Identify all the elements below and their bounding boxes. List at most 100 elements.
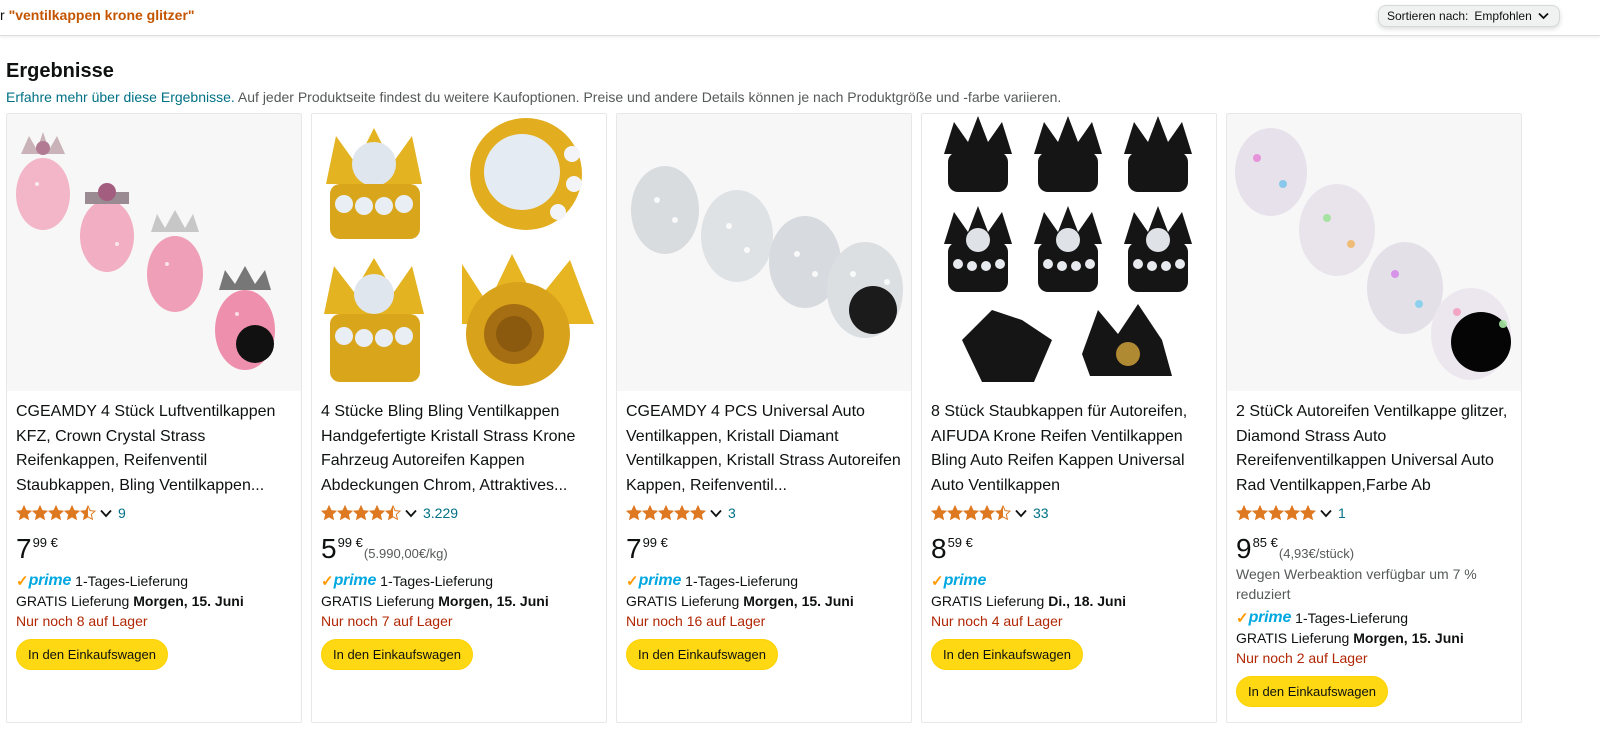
prime-logo-icon: ✓ prime [626,572,682,590]
add-to-cart-button[interactable]: In den Einkaufswagen [1236,676,1388,707]
stock-status: Nur noch 8 auf Lager [16,613,148,629]
add-to-cart-button[interactable]: In den Einkaufswagen [321,639,473,670]
rating-count[interactable]: 3.229 [423,505,458,521]
learn-more-link[interactable]: Erfahre mehr über diese Ergebnisse. [6,89,235,105]
product-title[interactable]: CGEAMDY 4 Stück Luftventilkappen KFZ, Cr… [16,400,294,498]
stock-status: Nur noch 4 auf Lager [931,613,1063,629]
star-icon [369,505,385,521]
results-subheading: Erfahre mehr über diese Ergebnisse. Auf … [6,89,1061,105]
stock-status: Nur noch 7 auf Lager [321,613,453,629]
silver-rhinestone-valve-caps-image [617,114,911,391]
price[interactable]: 9 85 € (4,93€/stück) [1236,534,1514,568]
product-image[interactable] [1227,114,1521,391]
product-title[interactable]: 8 Stück Staubkappen für Autoreifen, AIFU… [931,400,1209,498]
add-to-cart-button[interactable]: In den Einkaufswagen [626,639,778,670]
delivery-prefix: GRATIS Lieferung [931,593,1049,609]
product-image[interactable] [617,114,911,391]
delivery-date: Morgen, 15. Juni [743,593,854,609]
prime-logo-icon: ✓ prime [931,572,987,590]
chevron-down-icon[interactable] [710,509,722,518]
star-icon [642,505,658,521]
star-icon [1284,505,1300,521]
price-whole: 8 [931,533,947,564]
stock-status: Nur noch 2 auf Lager [1236,650,1368,666]
search-query-prefix: r [0,7,9,23]
delivery-date: Di., 18. Juni [1048,593,1127,609]
product-image[interactable] [312,114,606,391]
star-icon [1236,505,1252,521]
sort-dropdown[interactable]: Sortieren nach: Empfohlen [1378,5,1560,27]
rating-count[interactable]: 3 [728,505,736,521]
star-icon [979,505,995,521]
product-title[interactable]: CGEAMDY 4 PCS Universal Auto Ventilkappe… [626,400,904,498]
rating-count[interactable]: 9 [118,505,126,521]
star-icon [995,505,1011,521]
results-toolbar: r "ventilkappen krone glitzer" Sortieren… [0,0,1600,36]
product-card: 2 StüCk Autoreifen Ventilkappe glitzer, … [1226,113,1522,723]
star-icon [16,505,32,521]
prime-delivery-text: 1-Tages-Lieferung [685,573,799,589]
product-title[interactable]: 4 Stücke Bling Bling Ventilkappen Handge… [321,400,599,498]
star-icon [337,505,353,521]
price-whole: 7 [16,533,32,564]
chevron-down-icon[interactable] [100,509,112,518]
price-whole: 9 [1236,533,1252,564]
prime-delivery: ✓ prime [931,571,1209,591]
sort-label: Sortieren nach: [1387,9,1469,23]
price-fraction: 99 € [337,535,363,550]
black-crown-valve-caps-image [922,114,1216,391]
product-info: 2 StüCk Autoreifen Ventilkappe glitzer, … [1236,400,1514,707]
star-rating[interactable] [931,505,1011,521]
prime-logo-icon: ✓ prime [16,572,72,590]
rating-row: 9 [16,503,294,523]
star-icon [1300,505,1316,521]
delivery-date: Morgen, 15. Juni [1353,630,1464,646]
star-icon [947,505,963,521]
chevron-down-icon[interactable] [1015,509,1027,518]
price[interactable]: 7 99 € [626,534,904,568]
price[interactable]: 8 59 € [931,534,1209,568]
add-to-cart-button[interactable]: In den Einkaufswagen [16,639,168,670]
delivery-date: Morgen, 15. Juni [133,593,244,609]
price-whole: 7 [626,533,642,564]
chevron-down-icon[interactable] [1320,509,1332,518]
star-icon [963,505,979,521]
price[interactable]: 7 99 € [16,534,294,568]
delivery-prefix: GRATIS Lieferung [1236,630,1354,646]
star-icon [64,505,80,521]
star-rating[interactable] [626,505,706,521]
delivery-info: GRATIS Lieferung Di., 18. Juni [931,591,1209,611]
product-card: 4 Stücke Bling Bling Ventilkappen Handge… [311,113,607,723]
product-image[interactable] [7,114,301,391]
search-query: "ventilkappen krone glitzer" [8,7,195,23]
search-query-summary: r "ventilkappen krone glitzer" [0,7,195,23]
star-rating[interactable] [1236,505,1316,521]
prime-delivery-text: 1-Tages-Lieferung [1295,610,1409,626]
chevron-down-icon[interactable] [405,509,417,518]
delivery-info: GRATIS Lieferung Morgen, 15. Juni [626,591,904,611]
product-grid: CGEAMDY 4 Stück Luftventilkappen KFZ, Cr… [6,113,1522,723]
results-note: Auf jeder Produktseite findest du weiter… [234,89,1062,105]
rating-count[interactable]: 33 [1033,505,1049,521]
unit-price: (5.990,00€/kg) [363,546,448,561]
add-to-cart-button[interactable]: In den Einkaufswagen [931,639,1083,670]
pink-crystal-valve-caps-image [7,114,301,391]
prime-delivery-text: 1-Tages-Lieferung [75,573,189,589]
rating-count[interactable]: 1 [1338,505,1346,521]
star-icon [353,505,369,521]
star-rating[interactable] [321,505,401,521]
chevron-down-icon [1538,12,1549,20]
star-icon [931,505,947,521]
rating-row: 3.229 [321,503,599,523]
delivery-info: GRATIS Lieferung Morgen, 15. Juni [1236,628,1514,648]
product-title[interactable]: 2 StüCk Autoreifen Ventilkappe glitzer, … [1236,400,1514,498]
price[interactable]: 5 99 € (5.990,00€/kg) [321,534,599,568]
delivery-info: GRATIS Lieferung Morgen, 15. Juni [321,591,599,611]
stock-status: Nur noch 16 auf Lager [626,613,766,629]
gold-crown-valve-caps-image [312,114,606,391]
product-card: 8 Stück Staubkappen für Autoreifen, AIFU… [921,113,1217,723]
product-image[interactable] [922,114,1216,391]
star-rating[interactable] [16,505,96,521]
product-card: CGEAMDY 4 PCS Universal Auto Ventilkappe… [616,113,912,723]
unit-price: (4,93€/stück) [1278,546,1355,561]
